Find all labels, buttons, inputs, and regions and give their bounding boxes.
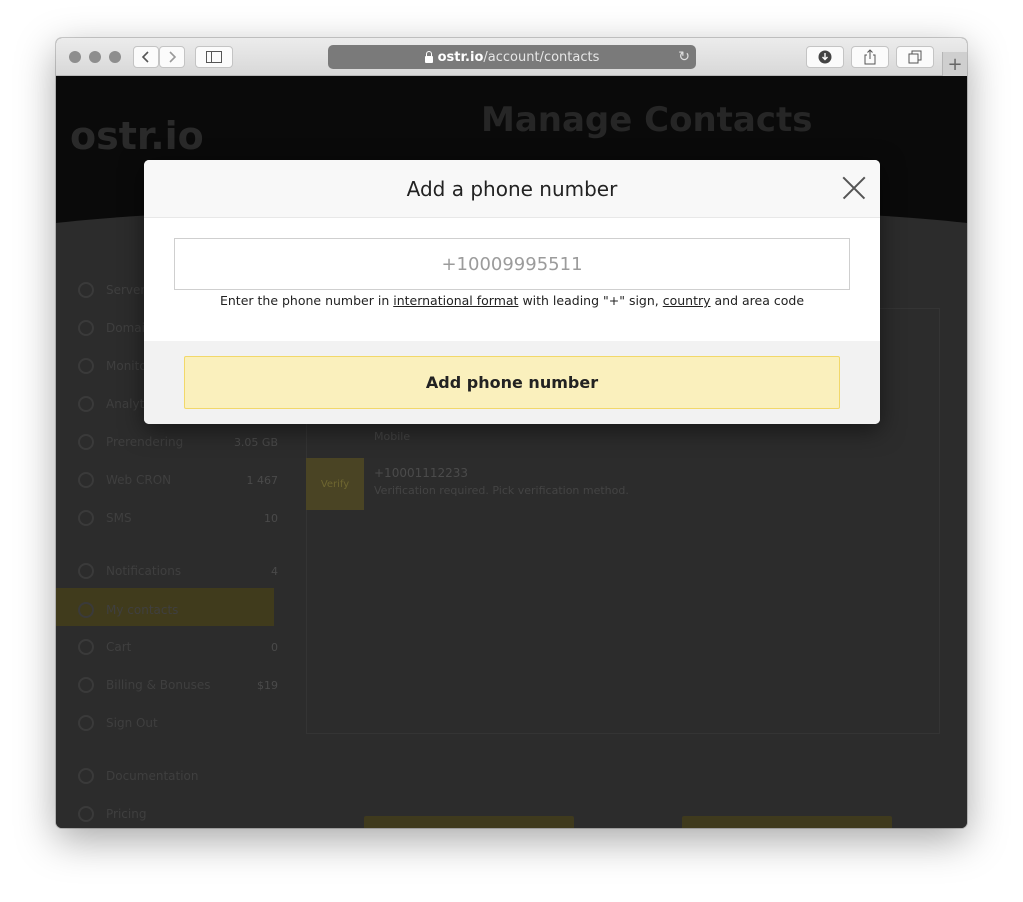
share-button[interactable] — [851, 46, 889, 68]
sidebar-item-icon — [78, 563, 94, 579]
sidebar-item[interactable]: Documentation — [78, 764, 278, 788]
minimize-window-button[interactable] — [89, 51, 101, 63]
contact-type: Mobile — [374, 430, 411, 443]
close-icon[interactable] — [842, 176, 866, 200]
sidebar-item-icon — [78, 434, 94, 450]
reload-icon[interactable]: ↻ — [678, 49, 690, 65]
tabs-icon — [908, 50, 922, 64]
sidebar-item-count: 1 467 — [246, 473, 279, 487]
modal-title: Add a phone number — [406, 177, 618, 201]
sidebar-item-count: $19 — [257, 678, 278, 692]
sidebar-item-label: Documentation — [106, 769, 199, 783]
add-emails-button[interactable]: Add emails — [364, 816, 574, 828]
browser-toolbar: ostr.io/account/contacts ↻ + — [56, 38, 967, 76]
sidebar-item[interactable]: My contacts — [78, 598, 278, 622]
sidebar-item-icon — [78, 677, 94, 693]
browser-window: ostr.io/account/contacts ↻ + ostr.io Man… — [56, 38, 967, 828]
site-logo[interactable]: ostr.io — [70, 114, 204, 158]
sidebar-item-icon — [78, 282, 94, 298]
hint-text-prefix: Enter the phone number in — [219, 293, 394, 308]
sidebar-item-icon — [78, 320, 94, 336]
sidebar-item-label: My contacts — [106, 603, 179, 617]
sidebar-item-label: Cart — [106, 640, 132, 654]
sidebar-item-icon — [78, 715, 94, 731]
international-format-link[interactable]: international format — [393, 293, 518, 308]
modal-header: Add a phone number — [144, 160, 880, 218]
page-title: Manage Contacts — [481, 100, 813, 140]
page-content: ostr.io Manage Contacts Servers Domains Mo… — [56, 76, 967, 828]
hint-text-middle: with leading "+" sign, — [518, 293, 663, 308]
sidebar-item[interactable]: Cart 0 — [78, 635, 278, 659]
sidebar-item-icon — [78, 806, 94, 822]
sidebar-item-icon — [78, 358, 94, 374]
lock-icon — [424, 50, 433, 63]
phone-number-input[interactable] — [174, 238, 850, 290]
sidebar-item[interactable]: Web CRON 1 467 — [78, 468, 278, 492]
verify-button[interactable]: Verify — [306, 458, 364, 510]
sidebar-item-icon — [78, 768, 94, 784]
contact-row[interactable]: Verify +10001112233 Verification require… — [306, 458, 940, 510]
forward-button[interactable] — [159, 46, 185, 68]
sidebar-item-icon — [78, 510, 94, 526]
sidebar-item-label: Pricing — [106, 807, 147, 821]
address-bar[interactable]: ostr.io/account/contacts ↻ — [328, 45, 696, 69]
sidebar-item[interactable]: Notifications 4 — [78, 559, 278, 583]
sidebar-item-label: Billing & Bonuses — [106, 678, 211, 692]
sidebar-item-label: Prerendering — [106, 435, 184, 449]
tabs-overview-button[interactable] — [896, 46, 934, 68]
sidebar-item-count: 0 — [271, 640, 278, 654]
sidebar-icon — [206, 51, 222, 63]
sidebar-item-icon — [78, 602, 94, 618]
sidebar-item-icon — [78, 639, 94, 655]
contact-status: Verification required. Pick verification… — [374, 484, 629, 497]
chevron-left-icon — [141, 51, 149, 63]
share-icon — [864, 49, 876, 65]
zoom-window-button[interactable] — [109, 51, 121, 63]
sidebar-item-count: 10 — [264, 511, 278, 525]
download-icon — [818, 50, 832, 64]
close-window-button[interactable] — [69, 51, 81, 63]
sidebar-item[interactable]: Prerendering 3.05 GB — [78, 430, 278, 454]
chevron-right-icon — [169, 51, 177, 63]
sidebar-item-label: SMS — [106, 511, 132, 525]
hint-text-suffix: and area code — [710, 293, 805, 308]
sidebar-item-icon — [78, 396, 94, 412]
sidebar-item-label: Notifications — [106, 564, 182, 578]
sidebar-item[interactable]: SMS 10 — [78, 506, 278, 530]
sidebar-toggle-button[interactable] — [195, 46, 233, 68]
add-phone-number-button[interactable]: Add phone number — [184, 356, 840, 409]
country-link[interactable]: country — [663, 293, 711, 308]
url-path: /account/contacts — [483, 49, 600, 65]
sidebar-item-label: Web CRON — [106, 473, 172, 487]
downloads-button[interactable] — [806, 46, 844, 68]
sidebar-item[interactable]: Pricing — [78, 802, 278, 826]
add-phones-button[interactable]: Add phones — [682, 816, 892, 828]
sidebar-item[interactable]: Billing & Bonuses $19 — [78, 673, 278, 697]
phone-format-hint: Enter the phone number in international … — [144, 293, 880, 308]
sidebar-item-icon — [78, 472, 94, 488]
contact-phone: +10001112233 — [374, 466, 469, 480]
back-button[interactable] — [133, 46, 159, 68]
sidebar-item[interactable]: Sign Out — [78, 711, 278, 735]
sidebar-item-count: 3.05 GB — [233, 435, 278, 449]
add-phone-modal: Add a phone number Enter the phone numbe… — [144, 160, 880, 424]
sidebar-item-count: 4 — [271, 564, 278, 578]
new-tab-button[interactable]: + — [942, 52, 967, 76]
sidebar-item-label: Sign Out — [106, 716, 158, 730]
url-host: ostr.io — [437, 49, 484, 65]
